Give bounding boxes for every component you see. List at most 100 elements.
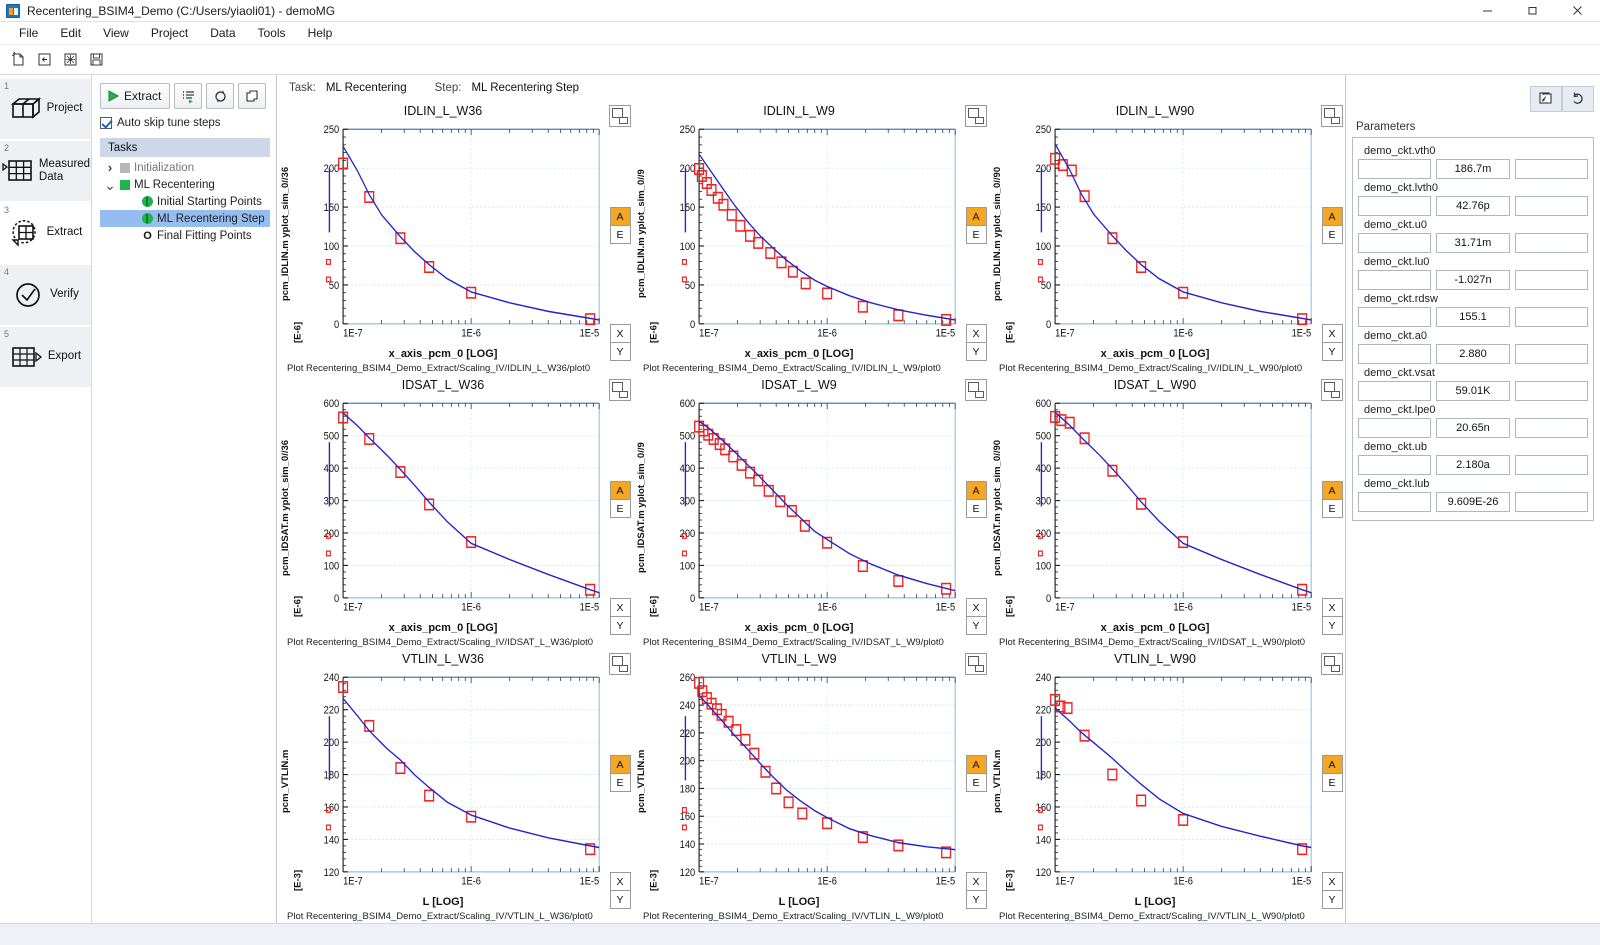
parameter-min-field[interactable] — [1358, 233, 1431, 253]
parameter-value-field[interactable]: 20.65n — [1436, 418, 1509, 438]
parameter-max-field[interactable] — [1515, 233, 1588, 253]
axis-auto-button[interactable]: A — [1322, 207, 1343, 226]
menu-item-tools[interactable]: Tools — [247, 23, 297, 43]
axis-x-button[interactable]: X — [610, 598, 631, 617]
parameter-max-field[interactable] — [1515, 270, 1588, 290]
chevron-down-icon[interactable]: ⌄ — [104, 181, 116, 189]
axis-auto-button[interactable]: A — [1322, 755, 1343, 774]
auto-skip-checkbox[interactable] — [100, 117, 112, 129]
axis-auto-button[interactable]: A — [966, 481, 987, 500]
axis-edit-button[interactable]: E — [966, 499, 987, 518]
task-tree-item[interactable]: OFinal Fitting Points — [100, 227, 270, 244]
plot-layout-button[interactable] — [609, 379, 631, 401]
axis-auto-button[interactable]: A — [610, 481, 631, 500]
rail-item-extract[interactable]: 3Extract — [0, 203, 91, 263]
menu-item-data[interactable]: Data — [199, 23, 246, 43]
minimize-button[interactable] — [1465, 0, 1510, 22]
parameter-value-field[interactable]: 186.7m — [1436, 159, 1509, 179]
parameter-value-field[interactable]: 59.01K — [1436, 381, 1509, 401]
parameter-max-field[interactable] — [1515, 455, 1588, 475]
extract-button[interactable]: Extract — [100, 83, 170, 109]
parameter-min-field[interactable] — [1358, 344, 1431, 364]
axis-edit-button[interactable]: E — [610, 773, 631, 792]
parameter-max-field[interactable] — [1515, 159, 1588, 179]
axis-auto-button[interactable]: A — [966, 207, 987, 226]
plot-canvas[interactable]: 01002003004005006001E-71E-61E-5 — [1016, 394, 1319, 621]
parameter-min-field[interactable] — [1358, 381, 1431, 401]
parameter-min-field[interactable] — [1358, 455, 1431, 475]
menu-item-edit[interactable]: Edit — [49, 23, 92, 43]
maximize-button[interactable] — [1510, 0, 1555, 22]
axis-x-button[interactable]: X — [966, 324, 987, 343]
plot-layout-button[interactable] — [965, 653, 987, 675]
plot-canvas[interactable]: 0501001502002501E-71E-61E-5 — [660, 120, 963, 347]
plot-layout-button[interactable] — [1321, 379, 1343, 401]
parameter-min-field[interactable] — [1358, 307, 1431, 327]
parameter-min-field[interactable] — [1358, 418, 1431, 438]
axis-x-button[interactable]: X — [1322, 598, 1343, 617]
plot-canvas[interactable]: 1201401601802002202401E-71E-61E-5 — [304, 668, 607, 895]
new-project-icon[interactable] — [6, 48, 30, 72]
axis-auto-button[interactable]: A — [610, 755, 631, 774]
parameter-min-field[interactable] — [1358, 492, 1431, 512]
task-tree-item[interactable]: ML Recentering Step — [100, 210, 270, 227]
axis-x-button[interactable]: X — [1322, 872, 1343, 891]
parameter-max-field[interactable] — [1515, 492, 1588, 512]
plot-layout-button[interactable] — [965, 379, 987, 401]
parameter-value-field[interactable]: 155.1 — [1436, 307, 1509, 327]
parameter-value-field[interactable]: 31.71m — [1436, 233, 1509, 253]
plot-canvas[interactable]: 1201401601802002202401E-71E-61E-5 — [1016, 668, 1319, 895]
parameter-value-field[interactable]: 42.76p — [1436, 196, 1509, 216]
undo-icon[interactable] — [1562, 86, 1594, 112]
plot-layout-button[interactable] — [609, 653, 631, 675]
axis-edit-button[interactable]: E — [610, 225, 631, 244]
axis-x-button[interactable]: X — [610, 324, 631, 343]
axis-y-button[interactable]: Y — [966, 342, 987, 361]
plot-canvas[interactable]: 0501001502002501E-71E-61E-5 — [304, 120, 607, 347]
menu-item-view[interactable]: View — [92, 23, 140, 43]
auto-skip-row[interactable]: Auto skip tune steps — [100, 117, 270, 129]
axis-auto-button[interactable]: A — [966, 755, 987, 774]
axis-y-button[interactable]: Y — [1322, 616, 1343, 635]
plot-canvas[interactable]: 01002003004005006001E-71E-61E-5 — [660, 394, 963, 621]
parameter-value-field[interactable]: 2.880 — [1436, 344, 1509, 364]
run-list-button[interactable] — [174, 83, 202, 109]
axis-x-button[interactable]: X — [966, 872, 987, 891]
chevron-right-icon[interactable]: › — [104, 160, 116, 175]
axis-edit-button[interactable]: E — [966, 225, 987, 244]
menu-item-file[interactable]: File — [8, 23, 49, 43]
save-icon[interactable] — [84, 48, 108, 72]
menu-item-project[interactable]: Project — [140, 23, 199, 43]
rail-item-verify[interactable]: 4Verify — [0, 265, 91, 325]
task-tree-item[interactable]: ›Initialization — [100, 159, 270, 176]
plot-canvas[interactable]: 1201401601802002202402601E-71E-61E-5 — [660, 668, 963, 895]
task-tree-item[interactable]: ⌄ML Recentering — [100, 176, 270, 193]
axis-x-button[interactable]: X — [1322, 324, 1343, 343]
rail-item-project[interactable]: 1Project — [0, 79, 91, 139]
parameter-max-field[interactable] — [1515, 196, 1588, 216]
parameter-value-field[interactable]: 9.609E-26 — [1436, 492, 1509, 512]
menu-item-help[interactable]: Help — [297, 23, 344, 43]
axis-edit-button[interactable]: E — [966, 773, 987, 792]
duplicate-button[interactable] — [238, 83, 266, 109]
axis-edit-button[interactable]: E — [610, 499, 631, 518]
rail-item-measured-data[interactable]: 2MeasuredData — [0, 141, 91, 201]
plot-layout-button[interactable] — [1321, 653, 1343, 675]
copy-edit-icon[interactable] — [1530, 86, 1562, 112]
parameter-max-field[interactable] — [1515, 344, 1588, 364]
axis-auto-button[interactable]: A — [1322, 481, 1343, 500]
plot-canvas[interactable]: 0501001502002501E-71E-61E-5 — [1016, 120, 1319, 347]
axis-x-button[interactable]: X — [966, 598, 987, 617]
axis-y-button[interactable]: Y — [1322, 342, 1343, 361]
parameter-min-field[interactable] — [1358, 270, 1431, 290]
axis-edit-button[interactable]: E — [1322, 773, 1343, 792]
parameter-value-field[interactable]: 2.180a — [1436, 455, 1509, 475]
plot-layout-button[interactable] — [965, 105, 987, 127]
parameter-max-field[interactable] — [1515, 307, 1588, 327]
close-button[interactable] — [1555, 0, 1600, 22]
axis-edit-button[interactable]: E — [1322, 499, 1343, 518]
axis-y-button[interactable]: Y — [966, 616, 987, 635]
axis-x-button[interactable]: X — [610, 872, 631, 891]
rail-item-export[interactable]: 5Export — [0, 327, 91, 387]
task-tree-item[interactable]: Initial Starting Points — [100, 193, 270, 210]
